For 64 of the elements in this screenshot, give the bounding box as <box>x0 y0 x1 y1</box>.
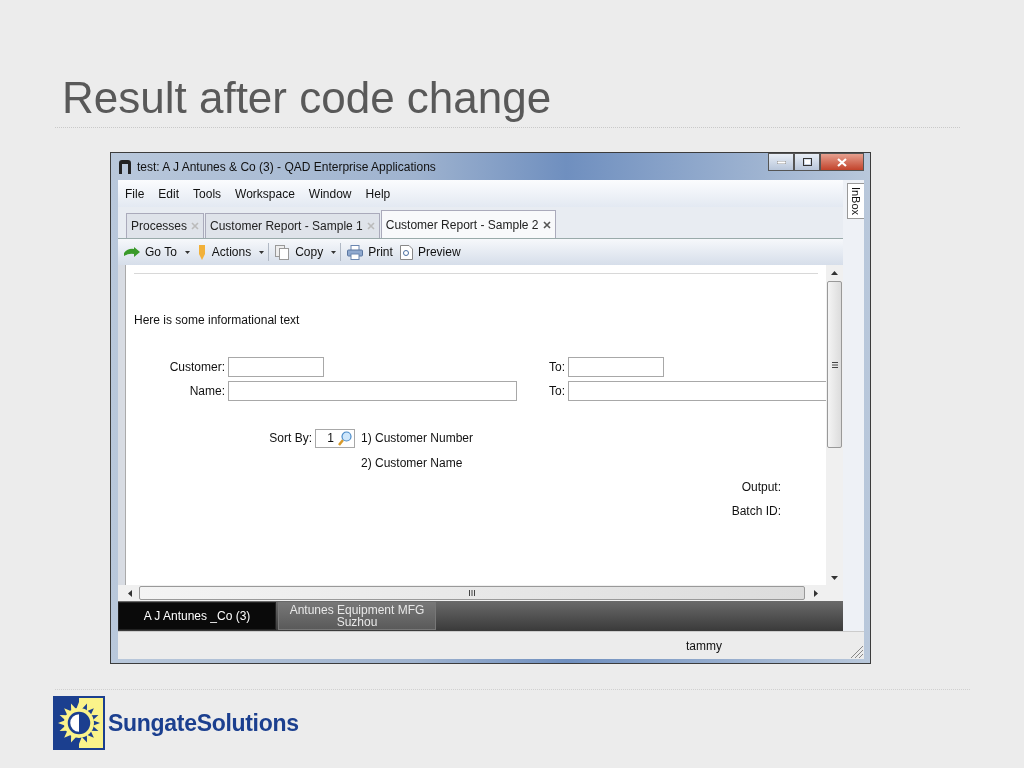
right-arrow-icon[interactable] <box>814 589 818 597</box>
copy-icon <box>275 244 291 260</box>
sort-option: 1) Customer Number <box>361 431 474 445</box>
document-icon <box>399 244 413 260</box>
name-field[interactable] <box>228 381 517 401</box>
customer-to-field[interactable] <box>568 357 664 377</box>
caret-icon <box>184 250 190 254</box>
search-icon[interactable] <box>337 430 352 446</box>
arrow-icon <box>124 247 140 257</box>
company-tab[interactable]: Antunes Equipment MFG Suzhou <box>278 602 436 630</box>
flag-icon <box>196 244 207 260</box>
field-label: Customer: <box>168 360 225 374</box>
field-label: Sort By: <box>268 431 312 445</box>
maximize-button[interactable] <box>794 153 820 171</box>
menu-item[interactable]: File <box>125 186 145 201</box>
up-arrow-icon[interactable] <box>831 271 838 275</box>
toolbar-button[interactable]: Print <box>345 244 398 260</box>
status-user: tammy <box>686 638 722 653</box>
field-label: Name: <box>188 384 225 398</box>
toolbar-button[interactable]: Preview <box>397 244 466 260</box>
customer-field[interactable] <box>228 357 324 377</box>
menu-item[interactable]: Tools <box>193 186 222 201</box>
grip-icon <box>831 361 838 368</box>
vertical-scrollbar[interactable] <box>826 265 843 585</box>
company-tab[interactable]: A J Antunes _Co (3) <box>118 602 276 630</box>
field-label: Output: <box>740 480 781 494</box>
tab[interactable]: Customer Report - Sample 2 <box>380 210 556 238</box>
info-text: Here is some informational text <box>134 313 300 327</box>
toolbar-button[interactable]: Actions <box>194 243 270 261</box>
down-arrow-icon[interactable] <box>831 576 838 580</box>
maximize-icon <box>802 158 812 166</box>
menu-item[interactable]: Workspace <box>235 186 295 201</box>
horizontal-scrollbar[interactable] <box>118 585 843 601</box>
menu-item[interactable]: Help <box>365 186 391 201</box>
toolbar-button[interactable]: Go To <box>122 245 195 259</box>
tab[interactable]: Processes <box>126 213 205 238</box>
caret-icon <box>331 250 337 254</box>
name-to-field[interactable] <box>568 381 826 401</box>
splitter-handle[interactable] <box>118 265 126 585</box>
printer-icon <box>347 244 364 260</box>
close-icon <box>837 157 847 167</box>
toolbar-button[interactable]: Copy <box>273 243 342 261</box>
field-label: To: <box>548 384 565 398</box>
field-label: To: <box>548 360 565 374</box>
inbox-tab[interactable]: InBox <box>847 183 864 219</box>
minimize-icon <box>776 160 786 164</box>
resize-grip-icon[interactable] <box>851 646 863 658</box>
tab[interactable]: Customer Report - Sample 1 <box>205 213 380 238</box>
grip-icon <box>469 590 475 596</box>
menu-item[interactable]: Window <box>308 186 352 201</box>
sort-option: 2) Customer Name <box>361 456 463 470</box>
menu-item[interactable]: Edit <box>158 186 180 201</box>
sort-field[interactable]: 1 <box>315 428 355 448</box>
app-logo-icon <box>118 159 132 174</box>
caret-icon <box>259 250 265 254</box>
minimize-button[interactable] <box>768 153 794 171</box>
logo-text: SungateSolutions <box>108 709 299 737</box>
close-button[interactable] <box>820 153 864 171</box>
left-arrow-icon[interactable] <box>128 589 132 597</box>
field-label: Batch ID: <box>730 504 781 518</box>
window-title: test: A J Antunes & Co (3) - QAD Enterprise Applications <box>137 159 436 174</box>
close-icon[interactable] <box>542 220 551 229</box>
sun-logo-icon <box>52 695 106 751</box>
slide-title: Result after code change <box>62 72 552 124</box>
